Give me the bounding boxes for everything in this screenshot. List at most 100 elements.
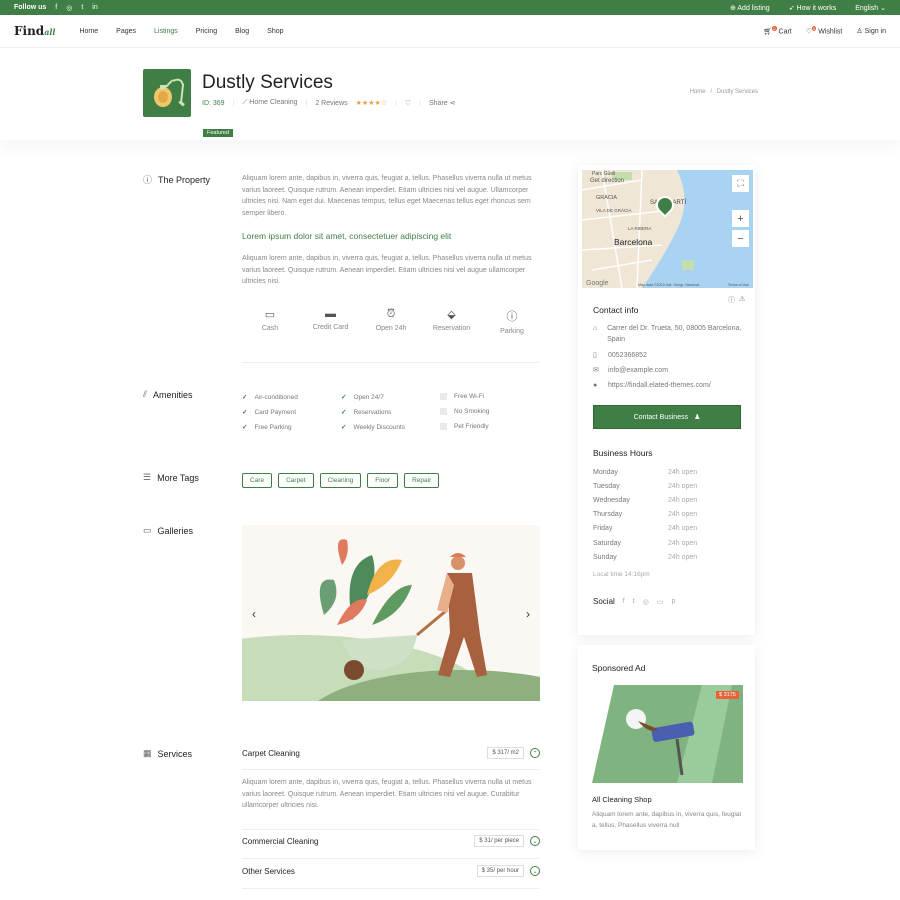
linkedin-icon[interactable]: in bbox=[92, 4, 97, 11]
cart-link[interactable]: 🛒︎0 Cart bbox=[763, 26, 792, 36]
social-title: Social bbox=[593, 597, 615, 606]
hours-time: 24h open bbox=[668, 553, 698, 561]
ad-name[interactable]: All Cleaning Shop bbox=[592, 795, 652, 804]
follow-us-label: Follow us bbox=[14, 4, 47, 11]
twitter-icon[interactable]: t bbox=[633, 598, 635, 605]
chevron-up-icon[interactable]: ⌃ bbox=[530, 748, 540, 758]
tag-list: Care Carpet Cleaning Floor Repair bbox=[242, 473, 440, 488]
gallery-prev-button[interactable]: ‹ bbox=[252, 607, 256, 621]
map-terms-link[interactable]: Terms of Use bbox=[728, 283, 749, 287]
plus-circle-icon: ⊕ bbox=[729, 4, 736, 12]
share-icon: ⋖ bbox=[449, 100, 456, 107]
pinterest-icon[interactable]: p bbox=[671, 598, 675, 605]
instagram-icon[interactable]: ◎ bbox=[643, 598, 649, 606]
get-direction-link[interactable]: Get direction bbox=[590, 178, 624, 184]
payment-parking-label: Parking bbox=[500, 328, 524, 335]
wishlist-link[interactable]: ♡0 Wishlist bbox=[806, 26, 842, 36]
ad-image[interactable] bbox=[592, 685, 743, 783]
language-select[interactable]: English ⌄ bbox=[855, 4, 886, 12]
chevron-down-icon[interactable]: ⌄ bbox=[530, 866, 540, 876]
wishlist-heart-icon[interactable]: ♡ bbox=[405, 99, 411, 107]
hours-time: 24h open bbox=[668, 511, 698, 519]
cart-count: 0 bbox=[772, 26, 777, 32]
signin-label: Sign in bbox=[864, 27, 886, 35]
breadcrumb-home[interactable]: Home bbox=[690, 89, 706, 95]
twitter-icon[interactable]: t bbox=[81, 4, 83, 11]
signin-link[interactable]: ♙ Sign in bbox=[856, 27, 886, 35]
sponsored-ad-title: Sponsored Ad bbox=[592, 663, 646, 673]
how-it-works-link[interactable]: ➶ How it works bbox=[789, 4, 837, 12]
amenity-item: ✓ Free Parking bbox=[242, 423, 341, 431]
payment-reservation-label: Reservation bbox=[432, 325, 471, 332]
menu: Home Pages Listings Pricing Blog Shop bbox=[79, 28, 283, 35]
breadcrumb: Home / Dustly Services bbox=[690, 89, 758, 95]
contact-info-title: Contact info bbox=[593, 305, 639, 315]
divider bbox=[242, 362, 540, 363]
map-label: VILA DE GRÀCIA bbox=[596, 208, 632, 213]
service-item[interactable]: Commercial Cleaning $ 31/ per piece ⌄ bbox=[242, 835, 540, 847]
hours-row: Thursday 24h open bbox=[593, 508, 743, 522]
gallery-next-button[interactable]: › bbox=[526, 607, 530, 621]
youtube-icon[interactable]: ▭ bbox=[657, 598, 664, 606]
tag-carpet[interactable]: Carpet bbox=[278, 473, 314, 488]
info-icon[interactable]: ⓘ bbox=[728, 295, 735, 305]
phone-text[interactable]: 0052366852 bbox=[608, 350, 647, 361]
amenity-label: Free Parking bbox=[254, 424, 292, 431]
tag-repair[interactable]: Repair bbox=[404, 473, 440, 488]
hours-time: 24h open bbox=[668, 525, 698, 533]
logo-script: all bbox=[44, 27, 56, 37]
contact-address: ⌂ Carrer del Dr. Trueta, 50, 08005 Barcel… bbox=[593, 323, 743, 345]
payment-reservation: ⬙ Reservation bbox=[424, 308, 480, 335]
hours-time: 24h open bbox=[668, 496, 698, 504]
nav-home[interactable]: Home bbox=[79, 28, 98, 35]
map-label: LA RIBERA bbox=[628, 226, 652, 231]
service-item[interactable]: Carpet Cleaning $ 317/ m2 ⌃ bbox=[242, 747, 540, 759]
nav-blog[interactable]: Blog bbox=[235, 28, 249, 35]
property-title-label: The Property bbox=[158, 174, 211, 185]
facebook-icon[interactable]: f bbox=[55, 4, 57, 11]
warning-icon[interactable]: ⚠︎ bbox=[739, 295, 745, 303]
business-hours-title: Business Hours bbox=[593, 448, 653, 458]
nav-pricing[interactable]: Pricing bbox=[196, 28, 217, 35]
chevron-down-icon[interactable]: ⌄ bbox=[530, 836, 540, 846]
email-link[interactable]: info@example.com bbox=[608, 365, 668, 376]
globe-icon: ● bbox=[593, 382, 598, 389]
website-link[interactable]: https://findall.elated-themes.com/ bbox=[608, 380, 711, 391]
hours-day: Sunday bbox=[593, 553, 617, 561]
vacuum-icon bbox=[154, 78, 185, 107]
payment-open-24h: ⏰︎ Open 24h bbox=[363, 308, 419, 335]
contact-email: ✉︎ info@example.com bbox=[593, 365, 743, 376]
tag-floor[interactable]: Floor bbox=[367, 473, 399, 488]
hours-day: Saturday bbox=[593, 539, 622, 547]
amenity-item: ✓ Reservations bbox=[341, 408, 440, 416]
check-icon: ✓ bbox=[341, 409, 347, 416]
instagram-icon[interactable]: ◎ bbox=[66, 4, 72, 12]
hours-day: Monday bbox=[593, 468, 618, 476]
zoom-out-button[interactable]: − bbox=[732, 230, 749, 247]
hours-day: Thursday bbox=[593, 511, 623, 519]
tag-care[interactable]: Care bbox=[242, 473, 273, 488]
site-logo[interactable]: Findall bbox=[14, 24, 55, 38]
wishlist-count: 0 bbox=[812, 26, 817, 32]
add-listing-link[interactable]: ⊕ Add listing bbox=[730, 4, 770, 12]
unchecked-box-icon bbox=[440, 423, 447, 430]
fullscreen-button[interactable]: ⛶ bbox=[732, 175, 749, 192]
contact-business-button[interactable]: Contact Business ♟ bbox=[593, 405, 741, 429]
reviews-link[interactable]: 2 Reviews bbox=[315, 100, 347, 107]
payment-parking: ⓘ Parking bbox=[484, 308, 540, 335]
category-link[interactable]: ⟋ Home Cleaning bbox=[242, 99, 297, 107]
info-circle-icon: ⓘ bbox=[506, 311, 518, 323]
zoom-in-button[interactable]: + bbox=[732, 210, 749, 227]
amenity-item: ✓ Card Payment bbox=[242, 408, 341, 416]
payment-options: ▭ Cash ▬ Credit Card ⏰︎ Open 24h ⬙ Reservati… bbox=[242, 308, 540, 335]
nav-shop[interactable]: Shop bbox=[267, 28, 283, 35]
wallet-icon: ▭ bbox=[264, 309, 276, 321]
share-link[interactable]: Share ⋖ bbox=[429, 99, 456, 107]
map[interactable]: Get direction Parc Güell GRÀCIA SANT MAR… bbox=[582, 170, 753, 288]
service-item[interactable]: Other Services $ 35/ per hour ⌄ bbox=[242, 865, 540, 877]
nav-pages[interactable]: Pages bbox=[116, 28, 136, 35]
facebook-icon[interactable]: f bbox=[623, 598, 625, 605]
business-hours-list: Monday 24h open Tuesday 24h open Wednesday… bbox=[593, 465, 743, 582]
nav-listings[interactable]: Listings bbox=[154, 28, 178, 35]
tag-cleaning[interactable]: Cleaning bbox=[319, 473, 362, 488]
